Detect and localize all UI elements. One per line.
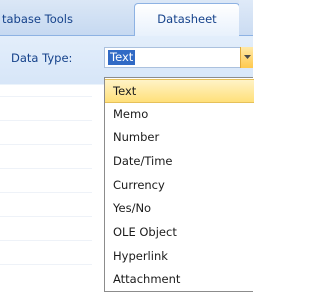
data-type-combo[interactable]: Text	[104, 47, 250, 68]
background-grid-line	[0, 216, 92, 217]
background-grid-line	[0, 168, 92, 169]
dropdown-option-date-time[interactable]: Date/Time	[105, 149, 254, 173]
background-grid-line	[0, 192, 92, 193]
tab-database-tools[interactable]: tabase Tools	[0, 8, 73, 30]
background-grid-line	[0, 96, 92, 97]
dropdown-option-yes-no[interactable]: Yes/No	[105, 196, 254, 220]
dropdown-option-number[interactable]: Number	[105, 125, 254, 149]
background-grid-line	[0, 120, 92, 121]
dropdown-option-ole-object[interactable]: OLE Object	[105, 220, 254, 244]
dropdown-option-text[interactable]: Text	[105, 79, 254, 103]
data-type-value: Text	[108, 50, 136, 65]
background-grid-line	[0, 264, 92, 265]
dropdown-option-attachment[interactable]: Attachment	[105, 267, 254, 291]
combo-dropdown-button[interactable]	[240, 47, 253, 68]
dropdown-option-hyperlink[interactable]: Hyperlink	[105, 244, 254, 268]
background-grid-line	[0, 144, 92, 145]
data-type-dropdown-list: Text Memo Number Date/Time Currency Yes/…	[104, 77, 254, 292]
data-type-label: Data Type:	[11, 51, 73, 65]
dropdown-option-memo[interactable]: Memo	[105, 102, 254, 126]
dropdown-option-currency[interactable]: Currency	[105, 173, 254, 197]
chevron-down-icon	[244, 55, 251, 59]
access-ribbon-window: tabase Tools Datasheet Data Type: Text T…	[0, 0, 254, 292]
tab-datasheet[interactable]: Datasheet	[134, 3, 240, 36]
ribbon-tab-strip-edge	[239, 0, 253, 35]
background-grid-line	[0, 240, 92, 241]
ribbon-tab-strip: tabase Tools Datasheet	[0, 0, 253, 36]
